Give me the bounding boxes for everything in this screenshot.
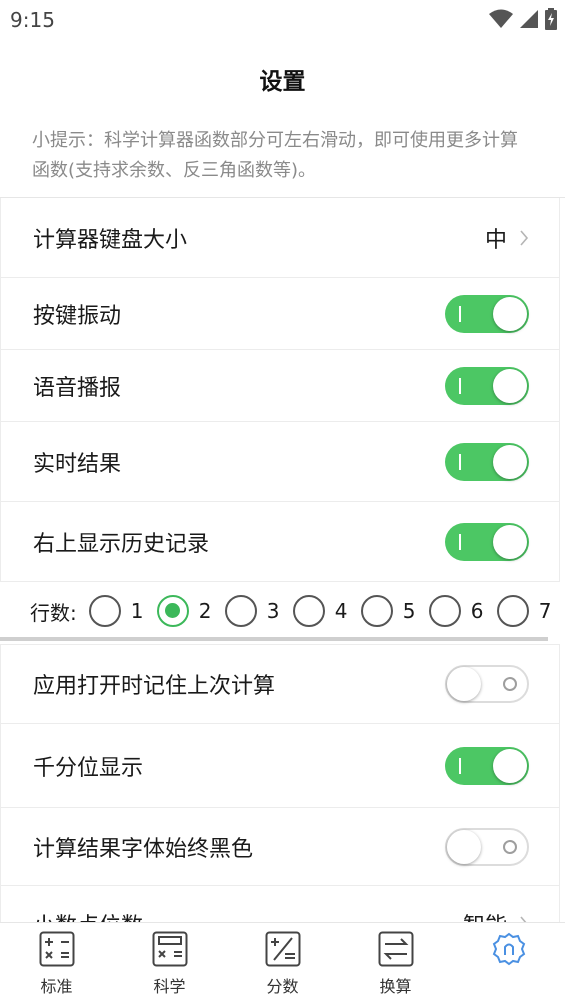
scientific-calculator-icon — [152, 931, 187, 967]
radio-button-selected[interactable] — [156, 595, 189, 627]
wifi-icon — [489, 9, 513, 28]
rows-option-5[interactable]: 5 — [360, 595, 421, 627]
toggle-knob — [493, 524, 527, 559]
radio-label: 4 — [334, 599, 348, 623]
radio-button[interactable] — [360, 595, 393, 627]
show-history-toggle[interactable] — [445, 522, 529, 561]
setting-remember-last: 应用打开时记住上次计算 — [0, 644, 560, 724]
radio-button[interactable] — [88, 595, 121, 627]
decimal-places-value: 智能 — [463, 908, 529, 922]
setting-result-black: 计算结果字体始终黑色 — [0, 808, 560, 886]
tab-label: 标准 — [40, 977, 73, 996]
toggle-knob — [493, 368, 527, 403]
setting-label: 计算器键盘大小 — [33, 227, 188, 253]
rows-option-3[interactable]: 3 — [224, 595, 285, 627]
page-title: 设置 — [259, 69, 306, 95]
tab-settings[interactable] — [452, 923, 565, 1004]
tab-scientific[interactable]: 科学 — [113, 923, 226, 1004]
radio-label: 1 — [130, 599, 144, 623]
radio-button[interactable] — [224, 595, 257, 627]
tab-fraction[interactable]: 分数 — [226, 923, 339, 1004]
decimal-places-value-text: 智能 — [463, 908, 507, 922]
battery-icon — [545, 8, 557, 30]
toggle-knob — [447, 667, 481, 701]
setting-thousands-separator: 千分位显示 — [0, 724, 560, 808]
toggle-on-mark — [459, 757, 461, 774]
voice-broadcast-toggle[interactable] — [445, 366, 529, 405]
rows-option-1[interactable]: 1 — [88, 595, 149, 627]
toggle-knob — [493, 296, 527, 331]
settings-list[interactable]: 计算器键盘大小 中 按键振动 语音播报 实时结果 右上显示历史记录 行数: 1 … — [0, 198, 565, 922]
status-icons — [489, 8, 557, 30]
horizontal-scrollbar[interactable] — [0, 637, 548, 641]
chevron-right-icon — [520, 229, 529, 246]
radio-label: 5 — [402, 599, 416, 623]
setting-keyboard-size[interactable]: 计算器键盘大小 中 — [0, 198, 560, 278]
history-rows-label: 行数: — [30, 600, 77, 625]
radio-label: 3 — [266, 599, 280, 623]
toggle-knob — [493, 444, 527, 479]
keyboard-size-value-text: 中 — [484, 227, 507, 253]
toggle-on-mark — [459, 453, 461, 470]
setting-label: 按键振动 — [33, 303, 122, 329]
tip-text: 小提示：科学计算器函数部分可左右滑动，即可使用更多计算函数(支持求余数、反三角函… — [0, 118, 565, 198]
history-rows-selector: 行数: 1 2 3 4 5 6 7 — [0, 581, 565, 641]
remember-last-toggle[interactable] — [445, 665, 529, 703]
setting-label: 语音播报 — [33, 375, 122, 401]
status-time: 9:15 — [10, 8, 55, 32]
setting-label: 右上显示历史记录 — [33, 531, 210, 557]
cellular-signal-icon — [520, 10, 538, 28]
conversion-icon — [378, 931, 413, 967]
keyboard-size-value: 中 — [485, 222, 529, 254]
bottom-tab-bar: 标准 科学 分数 换算 — [0, 922, 565, 1004]
toggle-on-mark — [459, 533, 461, 550]
rows-option-7[interactable]: 7 — [496, 595, 557, 627]
radio-button[interactable] — [292, 595, 325, 627]
setting-label: 实时结果 — [33, 451, 122, 477]
toggle-on-mark — [459, 305, 461, 322]
tab-standard[interactable]: 标准 — [0, 923, 113, 1004]
fraction-icon — [265, 931, 300, 967]
tab-label: 科学 — [153, 977, 186, 996]
radio-label: 6 — [470, 599, 484, 623]
settings-gear-icon — [492, 932, 525, 966]
radio-button[interactable] — [428, 595, 461, 627]
rows-option-2[interactable]: 2 — [156, 595, 217, 627]
tab-label: 换算 — [379, 977, 412, 996]
radio-label: 2 — [198, 599, 212, 623]
tab-label: 分数 — [266, 977, 299, 996]
toggle-off-mark — [503, 677, 517, 691]
realtime-result-toggle[interactable] — [445, 442, 529, 481]
setting-voice-broadcast: 语音播报 — [0, 350, 560, 422]
result-black-toggle[interactable] — [445, 827, 529, 866]
toggle-knob — [447, 829, 481, 864]
setting-label: 计算结果字体始终黑色 — [33, 836, 254, 862]
setting-show-history: 右上显示历史记录 — [0, 502, 560, 582]
radio-button[interactable] — [496, 595, 529, 627]
key-vibration-toggle[interactable] — [445, 294, 529, 333]
toggle-off-mark — [503, 839, 517, 854]
status-bar: 9:15 — [0, 0, 565, 40]
setting-label: 千分位显示 — [33, 755, 144, 781]
toggle-knob — [493, 748, 527, 783]
rows-option-6[interactable]: 6 — [428, 595, 489, 627]
rows-option-4[interactable]: 4 — [292, 595, 353, 627]
thousands-separator-toggle[interactable] — [445, 746, 529, 785]
setting-realtime-result: 实时结果 — [0, 422, 560, 502]
tab-conversion[interactable]: 换算 — [339, 923, 452, 1004]
setting-key-vibration: 按键振动 — [0, 278, 560, 350]
setting-label: 应用打开时记住上次计算 — [33, 674, 276, 699]
toggle-on-mark — [459, 377, 461, 394]
app-header: 设置 — [0, 40, 565, 118]
standard-calculator-icon — [39, 931, 74, 967]
setting-decimal-places[interactable]: 小数点位数 智能 — [0, 886, 560, 922]
radio-label: 7 — [538, 599, 552, 623]
setting-label: 小数点位数 — [33, 908, 143, 922]
